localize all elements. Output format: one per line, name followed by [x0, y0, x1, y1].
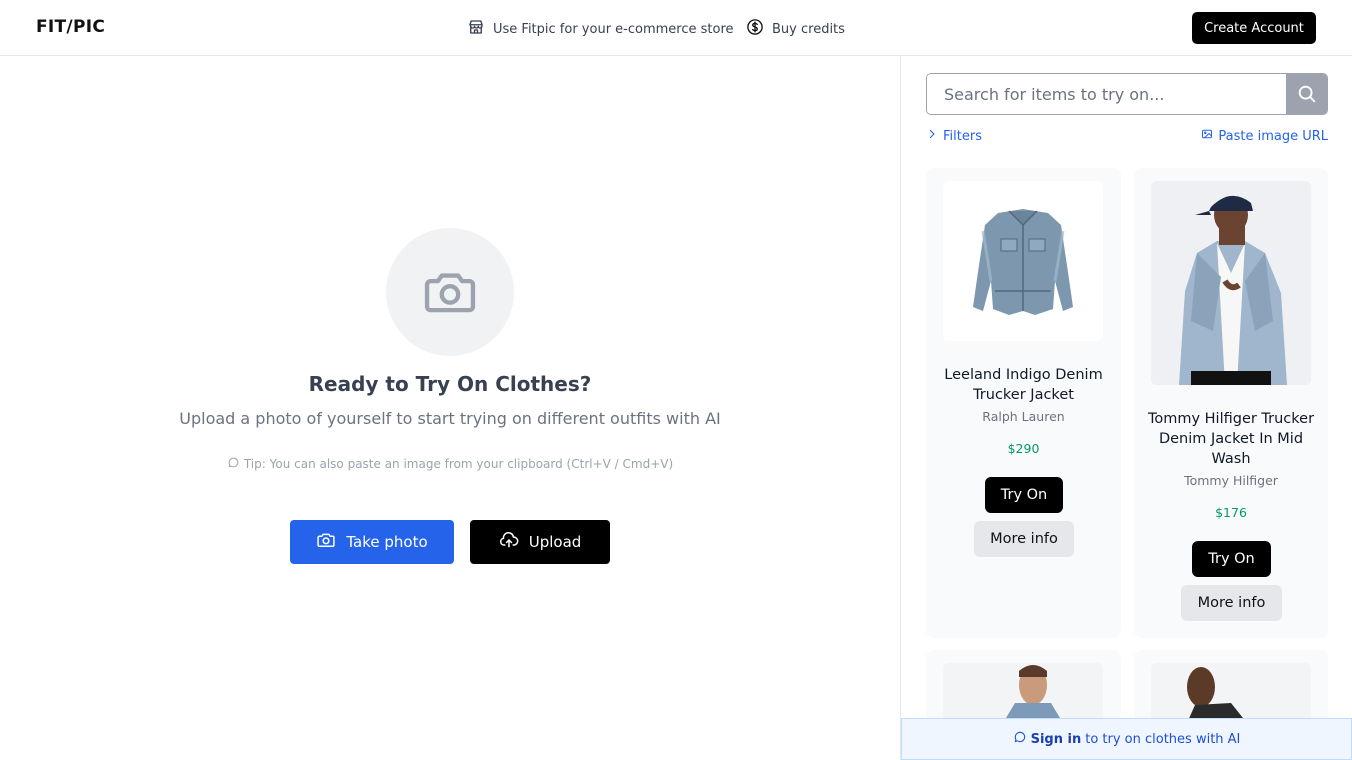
product-name: Tommy Hilfiger Trucker Denim Jacket In M… — [1147, 411, 1315, 467]
buy-credits-label: Buy credits — [772, 21, 845, 37]
page-title: Ready to Try On Clothes? — [308, 372, 592, 396]
speech-bubble-icon — [1013, 730, 1027, 748]
product-brand: Ralph Lauren — [982, 409, 1065, 424]
search-bar — [926, 73, 1328, 115]
dollar-coin-icon — [746, 18, 764, 40]
search-button[interactable] — [1286, 74, 1327, 114]
product-card: Leeland Indigo Denim Trucker Jacket Ralp… — [926, 168, 1121, 638]
product-brand: Tommy Hilfiger — [1184, 473, 1278, 488]
more-info-button[interactable]: More info — [1181, 585, 1282, 621]
take-photo-label: Take photo — [346, 533, 428, 551]
product-name: Leeland Indigo Denim Trucker Jacket — [944, 367, 1103, 403]
paste-image-url-link[interactable]: Paste image URL — [1201, 128, 1328, 144]
image-icon — [1201, 128, 1213, 144]
product-image[interactable] — [1151, 663, 1311, 723]
speech-bubble-icon — [227, 456, 240, 472]
camera-icon — [316, 530, 336, 554]
sign-in-link[interactable]: Sign in — [1031, 732, 1082, 747]
clipboard-tip-text: Tip: You can also paste an image from yo… — [243, 457, 674, 471]
upload-button[interactable]: Upload — [470, 520, 610, 564]
more-info-button[interactable]: More info — [974, 521, 1074, 557]
upload-panel: Ready to Try On Clothes? Upload a photo … — [0, 56, 900, 760]
filters-label: Filters — [943, 128, 982, 144]
camera-placeholder — [386, 228, 514, 356]
create-account-button[interactable]: Create Account — [1192, 12, 1316, 44]
upload-label: Upload — [528, 533, 582, 551]
signin-banner-text: to try on clothes with AI — [1085, 731, 1241, 747]
search-icon — [1298, 85, 1315, 103]
cloud-upload-icon — [499, 530, 519, 554]
try-on-button[interactable]: Try On — [985, 477, 1063, 513]
buy-credits-link[interactable]: Buy credits — [746, 18, 845, 40]
product-image[interactable] — [943, 181, 1103, 341]
clipboard-tip: Tip: You can also paste an image from yo… — [0, 456, 900, 472]
signin-banner: Sign in to try on clothes with AI — [901, 718, 1352, 760]
top-header: FIT/PIC Use Fitpic for your e-commerce s… — [0, 0, 1352, 56]
chevron-right-icon — [926, 128, 938, 144]
page-subtitle: Upload a photo of yourself to start tryi… — [179, 409, 721, 428]
search-input[interactable] — [927, 74, 1286, 114]
product-price: $176 — [1215, 505, 1247, 520]
filters-toggle[interactable]: Filters — [926, 128, 982, 144]
fitpic-logo[interactable]: FIT/PIC — [36, 17, 105, 37]
product-sidebar: Filters Paste image URL Leeland Indigo D… — [900, 56, 1352, 760]
ecommerce-store-link[interactable]: Use Fitpic for your e-commerce store — [467, 18, 734, 40]
paste-image-url-label: Paste image URL — [1218, 128, 1328, 144]
product-image[interactable] — [1151, 181, 1311, 385]
take-photo-button[interactable]: Take photo — [290, 520, 454, 564]
ecommerce-store-label: Use Fitpic for your e-commerce store — [493, 21, 734, 37]
store-icon — [467, 18, 485, 40]
product-image[interactable] — [943, 663, 1103, 723]
camera-icon — [424, 273, 476, 313]
try-on-button[interactable]: Try On — [1192, 541, 1271, 577]
product-price: $290 — [1007, 441, 1040, 456]
product-card: Tommy Hilfiger Trucker Denim Jacket In M… — [1134, 168, 1328, 638]
